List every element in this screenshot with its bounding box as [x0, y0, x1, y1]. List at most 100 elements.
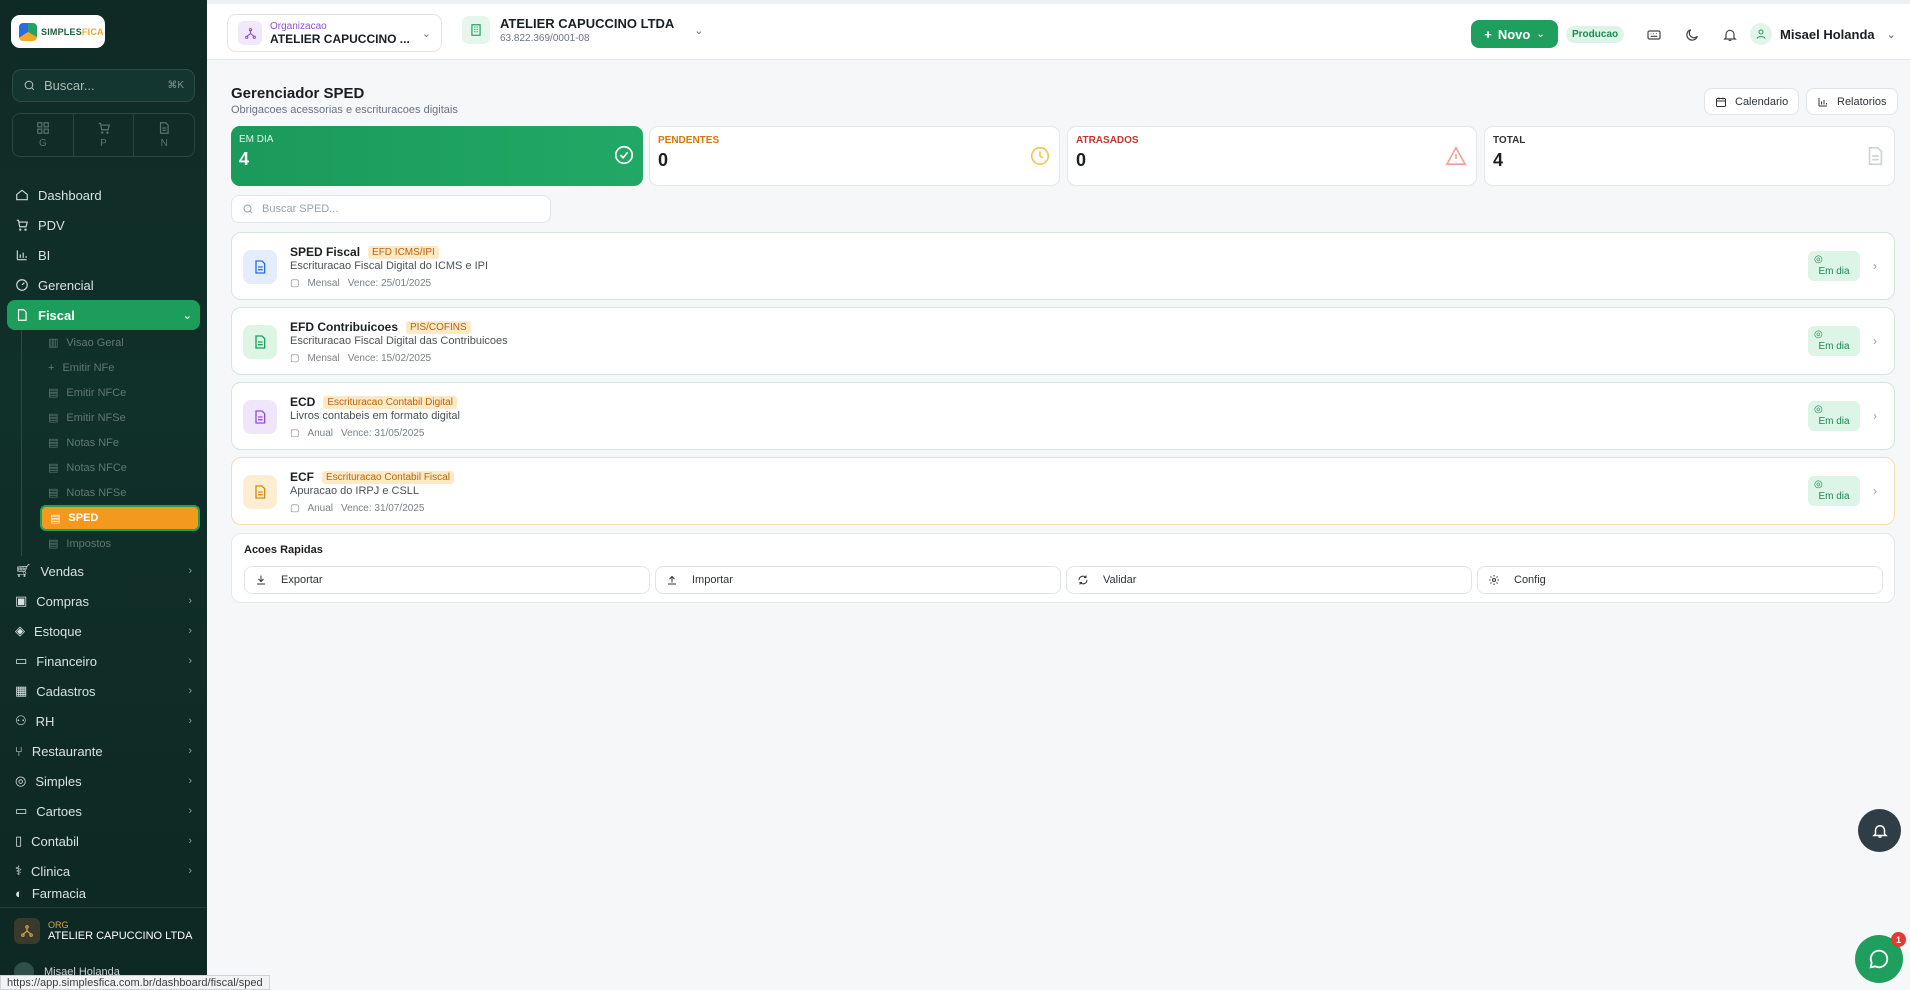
calendar-icon: ▢ [290, 503, 300, 514]
logo-icon [19, 22, 37, 41]
search-icon [243, 204, 253, 214]
sub-item-visao-geral[interactable]: ▥ Visao Geral [40, 330, 200, 355]
quick-tile-notes[interactable]: N [134, 114, 194, 156]
sub-item-emitir-nfe[interactable]: + Emitir NFe [40, 355, 200, 380]
sidebar-item-label: Financeiro [36, 653, 97, 669]
calendar-icon: ▢ [290, 278, 300, 289]
check-circle-icon: ◎ [1814, 479, 1823, 490]
sidebar-item-bi[interactable]: BI [7, 240, 200, 270]
obligation-period: Anual [307, 503, 334, 514]
status-text: Em dia [1818, 491, 1850, 502]
sub-item-emitir-nfse[interactable]: ▤ Emitir NFSe [40, 405, 200, 430]
sidebar-item-clinica[interactable]: ⚕ Clinica › [7, 856, 200, 886]
calendar-icon: ▢ [290, 353, 300, 364]
alert-triangle-icon [1445, 146, 1467, 166]
refresh-icon [1078, 575, 1088, 585]
obligation-card-ecf[interactable]: ECF Escrituracao Contabil Fiscal Apuracao… [231, 457, 1895, 525]
obligation-card-efd-contribuicoes[interactable]: EFD Contribuicoes PIS/COFINS Escrituracao… [231, 307, 1895, 375]
sidebar-search-input[interactable]: Buscar... ⌘K [12, 69, 195, 102]
company-name: ATELIER CAPUCCINO LTDA [500, 16, 675, 31]
sidebar-item-dashboard[interactable]: Dashboard [7, 180, 200, 210]
new-button[interactable]: + Novo ⌄ [1471, 20, 1558, 48]
cart-icon [16, 219, 28, 231]
sidebar-item-gerencial[interactable]: Gerencial [7, 270, 200, 300]
sidebar-item-estoque[interactable]: ◈ Estoque › [7, 616, 200, 646]
bag-icon: ▣ [15, 593, 28, 608]
config-button[interactable]: Config [1477, 566, 1883, 594]
keyboard-icon[interactable] [1643, 24, 1665, 46]
chevron-right-icon: › [188, 865, 192, 877]
sidebar-item-simples[interactable]: ◎ Simples › [7, 766, 200, 796]
reports-button[interactable]: Relatorios [1806, 88, 1898, 115]
organization-select[interactable]: Organizacao ATELIER CAPUCCINO ... ⌄ [227, 14, 442, 52]
org-select-value: ATELIER CAPUCCINO ... [270, 31, 410, 46]
sub-item-label: Emitir NFe [62, 361, 115, 374]
stat-total[interactable]: TOTAL 4 [1484, 126, 1895, 186]
moon-icon[interactable] [1681, 24, 1703, 46]
brand-logo[interactable]: SIMPLESFICA [11, 15, 105, 48]
obligation-period: Mensal [307, 353, 340, 364]
obligation-title: ECD [290, 395, 316, 409]
obligation-due: Vence: 15/02/2025 [347, 353, 432, 364]
logo-text-a: SIMPLES [41, 26, 82, 37]
sub-item-sped[interactable]: ▤ SPED [40, 505, 200, 531]
sidebar-item-financeiro[interactable]: ▭ Financeiro › [7, 646, 200, 676]
sidebar-item-cartoes[interactable]: ▭ Cartoes › [7, 796, 200, 826]
sidebar-org[interactable]: ORG ATELIER CAPUCCINO LTDA [0, 907, 207, 953]
obligation-card-sped-fiscal[interactable]: SPED Fiscal EFD ICMS/IPI Escrituracao Fis… [231, 232, 1895, 300]
notifications-fab[interactable] [1858, 809, 1901, 852]
sub-item-emitir-nfce[interactable]: ▤ Emitir NFCe [40, 380, 200, 405]
new-button-label: Novo [1497, 26, 1531, 42]
sidebar-item-contabil[interactable]: ▯ Contabil › [7, 826, 200, 856]
sidebar-item-rh[interactable]: ⚇ RH › [7, 706, 200, 736]
logo-text-b: FICA [81, 26, 104, 37]
bell-icon[interactable] [1719, 24, 1741, 46]
calendar-button[interactable]: Calendario [1704, 88, 1800, 115]
chevron-right-icon: › [1873, 259, 1877, 273]
network-icon [21, 924, 33, 937]
sub-item-notas-nfce[interactable]: ▤ Notas NFCe [40, 455, 200, 480]
check-circle-icon [614, 145, 634, 165]
sidebar-item-farmacia[interactable]: ◐ Farmacia [7, 886, 200, 900]
obligation-card-ecd[interactable]: ECD Escrituracao Contabil Digital Livros … [231, 382, 1895, 450]
sidebar-item-label: Cartoes [36, 803, 82, 819]
receipt-icon: ▤ [48, 387, 59, 399]
chevron-right-icon: › [188, 685, 192, 697]
import-button[interactable]: Importar [655, 566, 1061, 594]
quick-tile-grid[interactable]: G [13, 114, 74, 156]
quick-tiles: G P N [12, 113, 195, 157]
quick-tile-pdv[interactable]: P [74, 114, 135, 156]
stat-pendentes[interactable]: PENDENTES 0 [649, 126, 1060, 186]
sidebar-item-label: RH [35, 713, 55, 729]
stat-em-dia[interactable]: EM DIA 4 [231, 126, 643, 186]
user-menu[interactable]: Misael Holanda ⌄ [1750, 23, 1896, 45]
quick-tile-label: N [160, 138, 168, 149]
sidebar-item-vendas[interactable]: 🛒︎ Vendas › [7, 556, 200, 586]
sped-search-input[interactable]: Buscar SPED... [231, 195, 551, 223]
receipt-icon: ▤ [48, 538, 59, 550]
status-text: Em dia [1818, 341, 1850, 352]
sub-item-label: Emitir NFSe [66, 411, 126, 424]
company-select[interactable]: ATELIER CAPUCCINO LTDA 63.822.369/0001-0… [462, 16, 704, 44]
stat-value: 0 [658, 150, 669, 170]
search-shortcut: ⌘K [167, 80, 184, 91]
page-title: Gerenciador SPED [231, 85, 365, 102]
org-name: ATELIER CAPUCCINO LTDA [48, 929, 193, 942]
validate-button[interactable]: Validar [1066, 566, 1472, 594]
sidebar-item-label: Simples [35, 773, 82, 789]
stat-atrasados[interactable]: ATRASADOS 0 [1067, 126, 1477, 186]
sidebar-item-compras[interactable]: ▣ Compras › [7, 586, 200, 616]
sub-item-impostos[interactable]: ▤ Impostos [40, 531, 200, 556]
sidebar-item-pdv[interactable]: PDV [7, 210, 200, 240]
export-button[interactable]: Exportar [244, 566, 650, 594]
sub-item-label: Visao Geral [66, 336, 124, 349]
sub-item-notas-nfe[interactable]: ▤ Notas NFe [40, 430, 200, 455]
boxes-icon: ◈ [15, 623, 25, 638]
sidebar-item-restaurante[interactable]: ⑂ Restaurante › [7, 736, 200, 766]
sub-item-notas-nfse[interactable]: ▤ Notas NFSe [40, 480, 200, 505]
sidebar-item-cadastros[interactable]: ▦ Cadastros › [7, 676, 200, 706]
chevron-right-icon: › [188, 805, 192, 817]
sidebar-item-fiscal[interactable]: Fiscal ⌄ [7, 300, 200, 330]
users-icon: ⚇ [15, 713, 27, 728]
obligation-due: Vence: 31/05/2025 [341, 428, 425, 439]
